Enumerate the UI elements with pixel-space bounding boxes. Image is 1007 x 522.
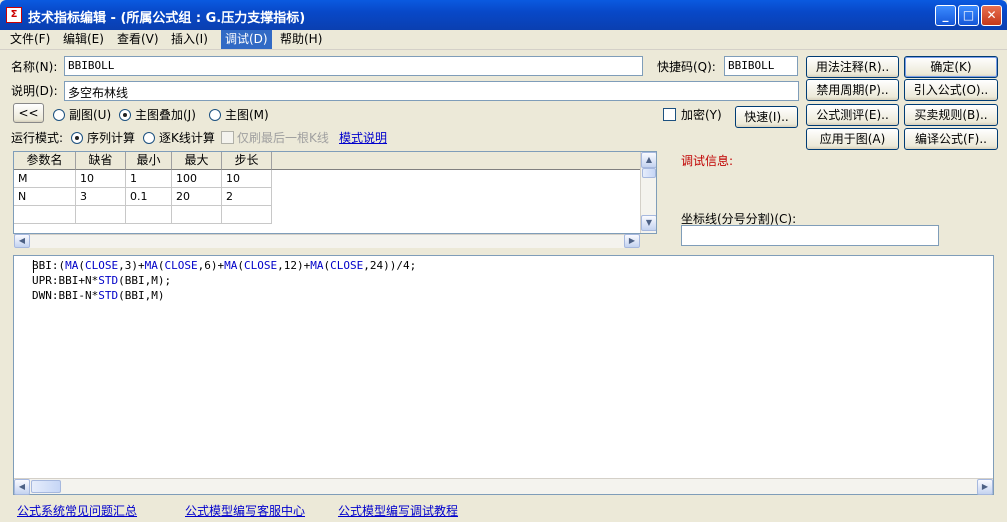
encrypt-checkbox[interactable] — [663, 108, 676, 121]
table-row[interactable]: N 3 0.1 20 2 — [14, 188, 656, 206]
radio-main-chart-label[interactable]: 主图(M) — [225, 107, 269, 123]
scroll-down-icon[interactable]: ▼ — [641, 215, 656, 231]
apply-to-chart-button[interactable]: 应用于图(A) — [806, 128, 899, 150]
menu-help[interactable]: 帮助(H) — [276, 30, 326, 49]
text-caret — [33, 260, 34, 273]
last-bar-label: 仅刷最后一根K线 — [237, 131, 329, 145]
empty-cell[interactable] — [14, 206, 76, 224]
table-row[interactable] — [14, 206, 656, 224]
trade-rules-button[interactable]: 买卖规则(B).. — [904, 104, 998, 126]
params-header-name[interactable]: 参数名 — [14, 152, 76, 170]
hotkey-label: 快捷码(Q): — [657, 60, 716, 74]
code-line[interactable]: BBI:(MA(CLOSE,3)+MA(CLOSE,6)+MA(CLOSE,12… — [32, 258, 416, 273]
last-bar-checkbox — [221, 131, 234, 144]
app-formula-icon[interactable]: Σ — [6, 7, 22, 23]
quick-button[interactable]: 快速(I).. — [735, 106, 798, 128]
param-min-cell[interactable]: 0.1 — [126, 188, 172, 206]
encrypt-label[interactable]: 加密(Y) — [681, 107, 722, 123]
title-bar: Σ 技术指标编辑 - (所属公式组 : G.压力支撑指标) _ □ ✕ — [0, 0, 1007, 30]
axis-lines-field[interactable] — [681, 225, 939, 246]
param-max-cell[interactable]: 20 — [172, 188, 222, 206]
radio-sequence-calc-label[interactable]: 序列计算 — [87, 130, 135, 146]
scroll-thumb[interactable] — [642, 168, 656, 178]
param-default-cell[interactable]: 10 — [76, 170, 126, 188]
menu-bar: 文件(F) 编辑(E) 查看(V) 插入(I) 调试(D) 帮助(H) — [0, 30, 1007, 50]
name-field[interactable]: BBIBOLL — [64, 56, 643, 76]
run-mode-label: 运行模式: — [11, 131, 64, 145]
param-max-cell[interactable]: 100 — [172, 170, 222, 188]
radio-subchart[interactable] — [53, 109, 65, 121]
scroll-up-icon[interactable]: ▲ — [641, 152, 656, 168]
params-hscroll-bar[interactable]: ◀ ▶ — [14, 234, 640, 248]
params-header-max[interactable]: 最大 — [172, 152, 222, 170]
support-center-link[interactable]: 公式模型编写客服中心 — [185, 503, 305, 519]
ok-button[interactable]: 确定(K) — [904, 56, 998, 78]
menu-view[interactable]: 查看(V) — [113, 30, 163, 49]
empty-cell[interactable] — [76, 206, 126, 224]
scroll-thumb[interactable] — [31, 480, 61, 493]
code-line[interactable]: UPR:BBI+N*STD(BBI,M); — [32, 273, 416, 288]
params-header-row: 参数名 缺省 最小 最大 步长 — [14, 152, 656, 170]
params-vscroll[interactable]: ▲ ▼ — [640, 152, 656, 233]
close-button[interactable]: ✕ — [981, 5, 1002, 26]
faq-link[interactable]: 公式系统常见问题汇总 — [17, 503, 137, 519]
scroll-right-icon[interactable]: ▶ — [624, 234, 640, 248]
params-table: 参数名 缺省 最小 最大 步长 M 10 1 100 10 N 3 0.1 20… — [13, 151, 657, 234]
radio-main-overlay-label[interactable]: 主图叠加(J) — [135, 107, 196, 123]
params-header-filler — [272, 152, 642, 170]
radio-main-chart[interactable] — [209, 109, 221, 121]
compile-formula-button[interactable]: 编译公式(F).. — [904, 128, 998, 150]
table-row[interactable]: M 10 1 100 10 — [14, 170, 656, 188]
radio-per-bar-calc-label[interactable]: 逐K线计算 — [159, 130, 215, 146]
code-content[interactable]: BBI:(MA(CLOSE,3)+MA(CLOSE,6)+MA(CLOSE,12… — [32, 258, 416, 303]
code-editor[interactable]: BBI:(MA(CLOSE,3)+MA(CLOSE,6)+MA(CLOSE,12… — [13, 255, 994, 495]
import-formula-button[interactable]: 引入公式(O).. — [904, 79, 998, 101]
param-step-cell[interactable]: 10 — [222, 170, 272, 188]
param-name-cell[interactable]: M — [14, 170, 76, 188]
scroll-right-icon[interactable]: ▶ — [977, 479, 993, 495]
maximize-button[interactable]: □ — [958, 5, 979, 26]
name-label: 名称(N): — [11, 60, 58, 74]
mode-help-link[interactable]: 模式说明 — [339, 130, 387, 146]
scroll-left-icon[interactable]: ◀ — [14, 479, 30, 495]
debug-info-label: 调试信息: — [681, 154, 734, 168]
hotkey-field[interactable]: BBIBOLL — [724, 56, 798, 76]
radio-subchart-label[interactable]: 副图(U) — [69, 107, 111, 123]
radio-sequence-calc[interactable] — [71, 132, 83, 144]
param-name-cell[interactable]: N — [14, 188, 76, 206]
code-line[interactable]: DWN:BBI-N*STD(BBI,M) — [32, 288, 416, 303]
menu-insert[interactable]: 插入(I) — [167, 30, 212, 49]
formula-evaluate-button[interactable]: 公式测评(E).. — [806, 104, 899, 126]
disable-period-button[interactable]: 禁用周期(P).. — [806, 79, 899, 101]
param-min-cell[interactable]: 1 — [126, 170, 172, 188]
desc-field[interactable]: 多空布林线 — [64, 81, 799, 101]
menu-edit[interactable]: 编辑(E) — [59, 30, 108, 49]
desc-label: 说明(D): — [11, 84, 58, 98]
editor-hscroll[interactable]: ◀ ▶ — [14, 478, 993, 495]
params-header-step[interactable]: 步长 — [222, 152, 272, 170]
param-default-cell[interactable]: 3 — [76, 188, 126, 206]
params-header-min[interactable]: 最小 — [126, 152, 172, 170]
scroll-left-icon[interactable]: ◀ — [14, 234, 30, 248]
radio-main-overlay[interactable] — [119, 109, 131, 121]
window-title: 技术指标编辑 - (所属公式组 : G.压力支撑指标) — [28, 11, 306, 26]
collapse-button[interactable]: << — [13, 103, 44, 123]
radio-per-bar-calc[interactable] — [143, 132, 155, 144]
empty-cell[interactable] — [126, 206, 172, 224]
menu-file[interactable]: 文件(F) — [6, 30, 54, 49]
empty-cell[interactable] — [222, 206, 272, 224]
minimize-button[interactable]: _ — [935, 5, 956, 26]
param-step-cell[interactable]: 2 — [222, 188, 272, 206]
debug-tutorial-link[interactable]: 公式模型编写调试教程 — [338, 503, 458, 519]
usage-notes-button[interactable]: 用法注释(R).. — [806, 56, 899, 78]
menu-debug[interactable]: 调试(D) — [221, 30, 272, 49]
empty-cell[interactable] — [172, 206, 222, 224]
params-header-default[interactable]: 缺省 — [76, 152, 126, 170]
